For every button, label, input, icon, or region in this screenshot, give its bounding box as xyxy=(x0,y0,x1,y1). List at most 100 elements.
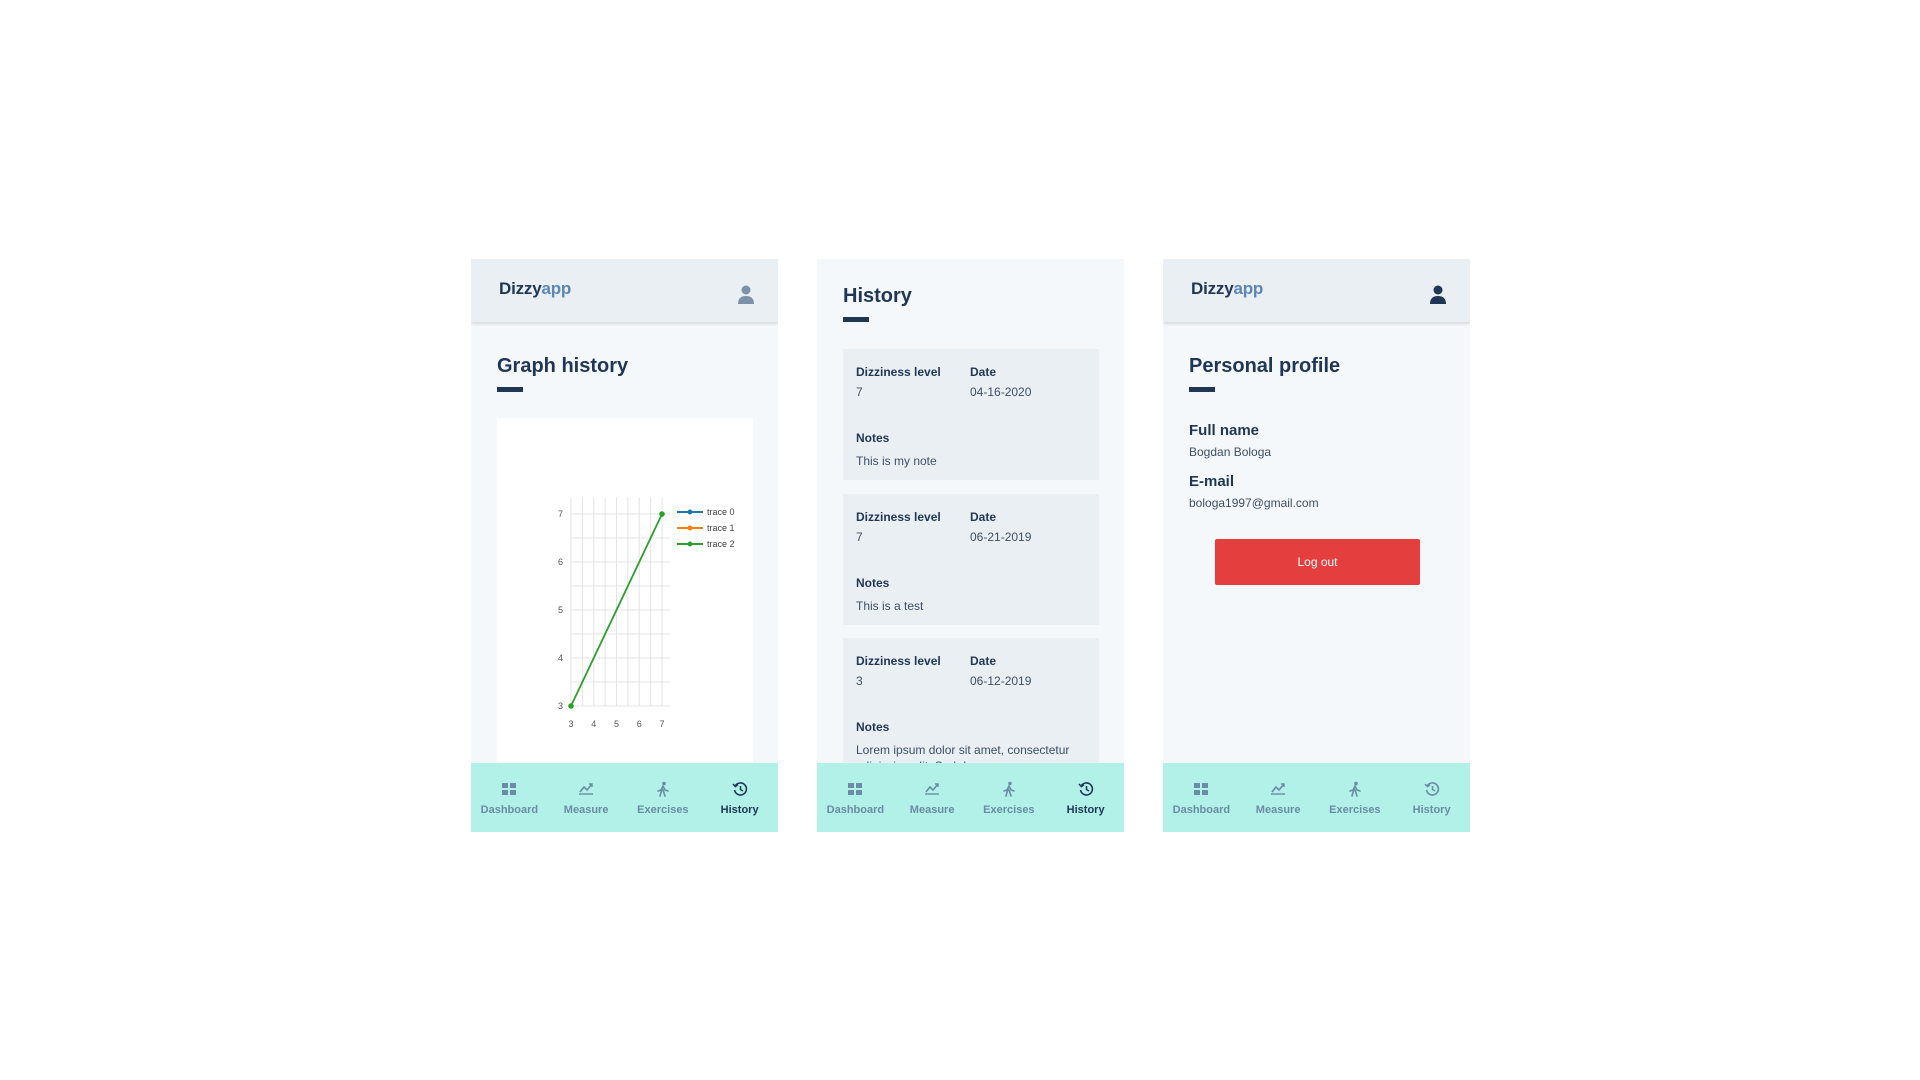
nav-item-dashboard[interactable]: Dashboard xyxy=(471,763,548,832)
title-underline xyxy=(843,317,869,322)
nav-label: Dashboard xyxy=(826,804,885,816)
nav-label: Exercises xyxy=(983,804,1035,816)
exercises-icon xyxy=(657,781,669,797)
history-icon xyxy=(732,782,747,796)
legend-marker xyxy=(687,525,693,531)
history-icon xyxy=(1424,782,1439,796)
nav-item-history[interactable]: History xyxy=(1047,763,1124,832)
nav-item-measure[interactable]: Measure xyxy=(894,763,971,832)
legend-label: trace 0 xyxy=(707,507,735,517)
data-point xyxy=(659,511,665,517)
dizziness-level-label: Dizziness level xyxy=(856,654,941,668)
nav-label: History xyxy=(1412,804,1451,816)
dizziness-level-label: Dizziness level xyxy=(856,510,941,524)
dashboard-icon xyxy=(1194,783,1209,795)
x-tick-label: 6 xyxy=(637,719,642,729)
user-icon[interactable] xyxy=(1430,285,1446,305)
exercises-icon xyxy=(1349,781,1361,797)
user-icon[interactable] xyxy=(738,285,754,305)
dizziness-level-value: 7 xyxy=(856,385,863,399)
date-value: 06-12-2019 xyxy=(970,674,1032,688)
y-tick-label: 5 xyxy=(558,605,563,615)
x-tick-label: 3 xyxy=(568,719,573,729)
logo-text: Dizzy xyxy=(1191,279,1234,298)
x-tick-label: 5 xyxy=(614,719,619,729)
page-title: Graph history xyxy=(497,355,629,377)
app-header: Dizzyapp xyxy=(471,259,778,322)
nav-item-exercises[interactable]: Exercises xyxy=(971,763,1048,832)
logout-button[interactable]: Log out xyxy=(1215,539,1420,585)
app-logo[interactable]: Dizzyapp xyxy=(1191,279,1263,299)
bottom-nav: Dashboard Measure Exercises History xyxy=(1163,763,1470,832)
graph-history-screen: Dizzyapp Graph history 3 4 5 6 7 3 4 5 6 7 trace 0… xyxy=(471,259,778,832)
date-label: Date xyxy=(970,365,997,379)
y-tick-label: 7 xyxy=(558,509,563,519)
history-entry-card[interactable]: Dizziness level 7 Date 04-16-2020 Notes … xyxy=(843,349,1099,480)
nav-item-exercises[interactable]: Exercises xyxy=(1317,763,1394,832)
nav-item-dashboard[interactable]: Dashboard xyxy=(1163,763,1240,832)
app-header: Dizzyapp xyxy=(1163,259,1470,322)
notes-label: Notes xyxy=(856,431,890,445)
profile-screen: Dizzyapp Personal profile Full name Bogd… xyxy=(1163,259,1470,832)
nav-item-measure[interactable]: Measure xyxy=(548,763,625,832)
measure-icon xyxy=(925,783,940,795)
nav-item-dashboard[interactable]: Dashboard xyxy=(817,763,894,832)
nav-label: Measure xyxy=(909,804,955,816)
measure-icon xyxy=(579,783,594,795)
dizziness-level-label: Dizziness level xyxy=(856,365,941,379)
nav-label: Measure xyxy=(1255,804,1301,816)
nav-label: Dashboard xyxy=(1172,804,1231,816)
full-name-label: Full name xyxy=(1189,422,1260,439)
y-tick-label: 6 xyxy=(558,557,563,567)
date-value: 06-21-2019 xyxy=(970,530,1032,544)
nav-label: History xyxy=(1066,804,1105,816)
legend-marker xyxy=(687,541,693,547)
bottom-nav: Dashboard Measure Exercises History xyxy=(817,763,1124,832)
dizziness-level-value: 7 xyxy=(856,530,863,544)
logo-accent-text: app xyxy=(1233,279,1264,298)
notes-value: This is a test xyxy=(856,599,924,613)
history-entry-card[interactable]: Dizziness level 3 Date 06-12-2019 Notes … xyxy=(843,638,1099,773)
exercises-icon xyxy=(1003,781,1015,797)
y-tick-label: 4 xyxy=(558,653,563,663)
nav-item-history[interactable]: History xyxy=(701,763,778,832)
legend-marker xyxy=(687,509,693,515)
dizziness-level-value: 3 xyxy=(856,674,863,688)
legend-label: trace 1 xyxy=(707,523,735,533)
dashboard-icon xyxy=(502,783,517,795)
legend-label: trace 2 xyxy=(707,539,735,549)
date-value: 04-16-2020 xyxy=(970,385,1032,399)
logo-text: Dizzy xyxy=(499,279,542,298)
nav-item-exercises[interactable]: Exercises xyxy=(625,763,702,832)
measure-icon xyxy=(1271,783,1286,795)
nav-label: History xyxy=(720,804,759,816)
date-label: Date xyxy=(970,510,997,524)
app-logo[interactable]: Dizzyapp xyxy=(499,279,571,299)
data-point xyxy=(568,703,574,709)
x-tick-label: 7 xyxy=(659,719,664,729)
history-icon xyxy=(1078,782,1093,796)
date-label: Date xyxy=(970,654,997,668)
full-name-value: Bogdan Bologa xyxy=(1189,445,1272,459)
line-chart: 3 4 5 6 7 3 4 5 6 7 trace 0 trace 1 trace 2 xyxy=(558,497,735,729)
dashboard-icon xyxy=(848,783,863,795)
nav-label: Dashboard xyxy=(480,804,539,816)
history-entry-card[interactable]: Dizziness level 7 Date 06-21-2019 Notes … xyxy=(843,494,1099,625)
nav-item-measure[interactable]: Measure xyxy=(1240,763,1317,832)
graph-card: 3 4 5 6 7 3 4 5 6 7 trace 0 trace 1 trace 2 xyxy=(497,418,753,768)
notes-value: This is my note xyxy=(856,454,937,468)
title-underline xyxy=(1189,387,1215,392)
bottom-nav: Dashboard Measure Exercises History xyxy=(471,763,778,832)
y-tick-label: 3 xyxy=(558,701,563,711)
nav-label: Exercises xyxy=(1329,804,1381,816)
nav-item-history[interactable]: History xyxy=(1393,763,1470,832)
logo-accent-text: app xyxy=(541,279,572,298)
notes-label: Notes xyxy=(856,576,890,590)
title-underline xyxy=(497,387,523,392)
page-title: Personal profile xyxy=(1189,355,1341,377)
email-label: E-mail xyxy=(1189,473,1235,490)
x-tick-label: 4 xyxy=(591,719,596,729)
page-title: History xyxy=(843,285,912,307)
notes-label: Notes xyxy=(856,720,890,734)
nav-label: Measure xyxy=(563,804,609,816)
